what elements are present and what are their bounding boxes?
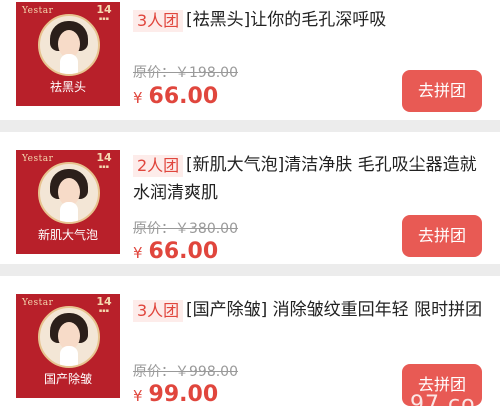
- brand-logo: Yestar: [22, 6, 54, 16]
- product-card[interactable]: Yestar 14 ▪▪▪ 新肌大气泡 2人团 [新肌大气泡]清洁净肤 毛孔吸尘…: [0, 132, 500, 264]
- thumbnail-label: 新肌大气泡: [37, 228, 98, 242]
- product-title[interactable]: [国产除皱] 消除皱纹重回年轻 限时拼团: [133, 296, 483, 324]
- model-portrait: [38, 14, 100, 76]
- brand-logo: Yestar: [22, 298, 54, 308]
- product-thumbnail[interactable]: Yestar 14 ▪▪▪ 国产除皱: [16, 294, 120, 398]
- currency-symbol: ¥: [133, 89, 143, 107]
- anniversary-badge: 14 ▪▪▪: [96, 3, 112, 23]
- product-title[interactable]: [新肌大气泡]清洁净肤 毛孔吸尘器造就水润清爽肌: [133, 151, 483, 207]
- thumbnail-label: 祛黑头: [49, 80, 86, 94]
- currency-symbol: ¥: [133, 387, 143, 405]
- product-thumbnail[interactable]: Yestar 14 ▪▪▪ 新肌大气泡: [16, 150, 120, 254]
- group-price: ¥66.00: [133, 84, 219, 109]
- join-group-button[interactable]: 去拼团: [402, 70, 482, 112]
- brand-logo: Yestar: [22, 154, 54, 164]
- product-card[interactable]: Yestar 14 ▪▪▪ 祛黑头 3人团 [祛黑头]让你的毛孔深呼吸 原价：￥…: [0, 0, 500, 120]
- model-portrait: [38, 306, 100, 368]
- currency-symbol: ¥: [133, 244, 143, 262]
- original-price: 原价：￥380.00: [133, 221, 238, 237]
- anniversary-badge: 14 ▪▪▪: [96, 151, 112, 171]
- group-price: ¥66.00: [133, 239, 219, 264]
- watermark: 97.co: [410, 392, 476, 417]
- join-group-button[interactable]: 去拼团: [402, 215, 482, 257]
- thumbnail-label: 国产除皱: [43, 372, 92, 386]
- product-thumbnail[interactable]: Yestar 14 ▪▪▪ 祛黑头: [16, 2, 120, 106]
- original-price: 原价：￥998.00: [133, 364, 238, 380]
- original-price: 原价：￥198.00: [133, 65, 238, 81]
- model-portrait: [38, 162, 100, 224]
- anniversary-badge: 14 ▪▪▪: [96, 295, 112, 315]
- product-title[interactable]: [祛黑头]让你的毛孔深呼吸: [133, 6, 483, 34]
- group-price: ¥99.00: [133, 382, 219, 407]
